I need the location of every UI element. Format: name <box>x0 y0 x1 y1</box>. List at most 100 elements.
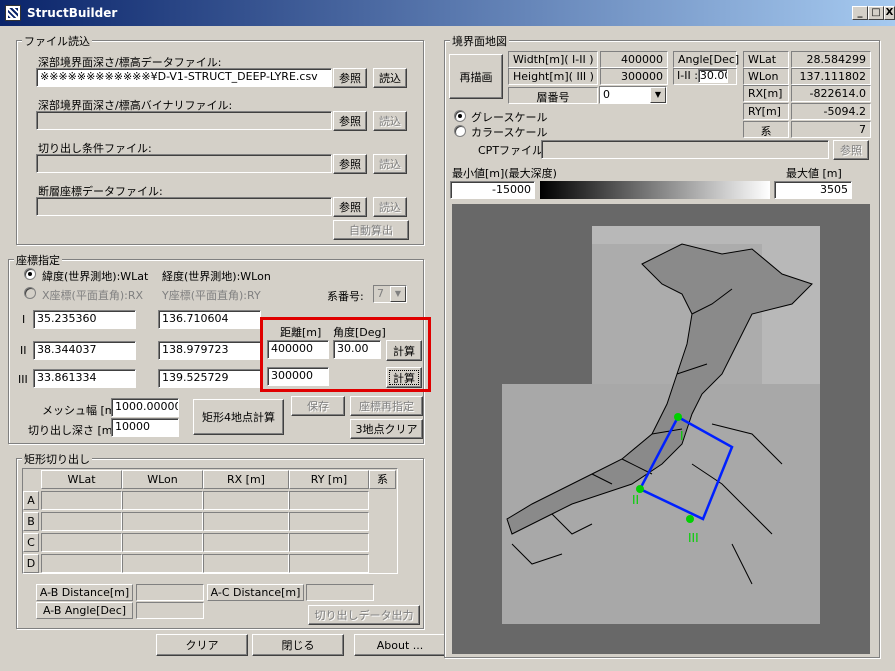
mesh-input[interactable]: 1000.000000 <box>111 398 179 417</box>
depth-label: 切り出し深さ [m] <box>28 424 117 437</box>
table-cell[interactable] <box>122 554 203 573</box>
fault-browse-button[interactable]: 参照 <box>333 197 367 217</box>
radio-latlon-label: 緯度(世界測地):WLat <box>42 270 149 283</box>
max-value-field[interactable]: 3505 <box>774 181 852 199</box>
cut-browse-button[interactable]: 参照 <box>333 154 367 174</box>
width-value: 400000 <box>600 51 668 68</box>
bin-browse-button[interactable]: 参照 <box>333 111 367 131</box>
save-button[interactable]: 保存 <box>291 396 345 416</box>
table-cell[interactable] <box>122 533 203 552</box>
marker-label-3: III <box>688 531 699 545</box>
cpt-browse-button[interactable]: 参照 <box>833 140 869 160</box>
table-cell[interactable] <box>41 533 122 552</box>
cpt-field[interactable] <box>541 140 829 159</box>
distance-input[interactable]: 400000 <box>267 340 329 359</box>
distance-input-2[interactable]: 300000 <box>267 367 329 386</box>
fault-file-field[interactable] <box>36 197 332 216</box>
cpt-label: CPTファイル: <box>478 144 547 157</box>
kei-map-label: 系 <box>743 121 789 138</box>
map-canvas[interactable]: I II III <box>452 204 870 654</box>
chevron-down-icon: ▼ <box>390 286 406 302</box>
close-window-button[interactable]: X <box>884 6 895 20</box>
row-a: A <box>23 491 39 510</box>
radio-y-label: Y座標(平面直角):RY <box>162 289 261 302</box>
kei-select[interactable]: 7 ▼ <box>373 285 407 303</box>
row-b: B <box>23 512 39 531</box>
mesh-label: メッシュ幅 [m] <box>42 404 120 417</box>
deep-file-field[interactable]: ※※※※※※※※※※※※¥D-V1-STRUCT_DEEP-LYRE.csv <box>36 68 332 87</box>
rect-4pt-calc-button[interactable]: 矩形4地点計算 <box>193 399 284 435</box>
table-cell[interactable] <box>203 512 289 531</box>
table-cell[interactable] <box>122 512 203 531</box>
radio-colorscale[interactable] <box>454 125 466 137</box>
radio-grayscale[interactable] <box>454 110 466 122</box>
angle-label: 角度[Deg] <box>333 326 386 339</box>
p2-lon-input[interactable]: 138.979723 <box>158 341 261 360</box>
col-wlat: WLat <box>41 470 122 489</box>
about-button[interactable]: About ... <box>354 634 446 656</box>
col-kei: 系 <box>369 470 396 489</box>
maximize-button[interactable]: □ <box>868 6 884 20</box>
clear-button[interactable]: クリア <box>156 634 248 656</box>
file-group-legend: ファイル読込 <box>22 33 92 49</box>
radio-xy[interactable] <box>24 287 36 299</box>
p2-lat-input[interactable]: 38.344037 <box>33 341 136 360</box>
auto-calc-button[interactable]: 自動算出 <box>333 220 409 240</box>
cut-load-button[interactable]: 読込 <box>373 154 407 174</box>
table-cell[interactable] <box>41 512 122 531</box>
close-button[interactable]: 閉じる <box>252 634 344 656</box>
table-cell[interactable] <box>203 533 289 552</box>
table-cell[interactable] <box>203 554 289 573</box>
angle-input[interactable]: 30.00 <box>333 340 381 359</box>
angle-sub-label: I-II : <box>677 69 698 82</box>
wlat-label: WLat <box>743 51 789 68</box>
ab-distance-field <box>136 584 204 601</box>
fault-load-button[interactable]: 読込 <box>373 197 407 217</box>
layer-select[interactable]: 0 ▼ <box>599 86 667 104</box>
table-cell[interactable] <box>289 554 369 573</box>
deep-load-button[interactable]: 読込 <box>373 68 407 88</box>
cut-file-field[interactable] <box>36 154 332 173</box>
kei-select-value: 7 <box>377 287 384 300</box>
title-bar: StructBuilder <box>0 0 895 26</box>
table-cell[interactable] <box>289 533 369 552</box>
table-cell[interactable] <box>289 491 369 510</box>
p1-lat-input[interactable]: 35.235360 <box>33 310 136 329</box>
ac-distance-field <box>306 584 374 601</box>
respec-button[interactable]: 座標再指定 <box>350 396 423 416</box>
calc-button-1[interactable]: 計算 <box>386 340 422 361</box>
radio-colorscale-label: カラースケール <box>471 126 548 139</box>
table-cell[interactable] <box>41 554 122 573</box>
wlon-label: WLon <box>743 68 789 85</box>
export-button[interactable]: 切り出しデータ出力 <box>308 605 420 625</box>
layer-label: 層番号 <box>508 87 598 104</box>
minimize-button[interactable]: _ <box>852 6 868 20</box>
table-cell[interactable] <box>289 512 369 531</box>
radio-latlon[interactable] <box>24 268 36 280</box>
min-value-field[interactable]: -15000 <box>450 181 535 199</box>
distance-label: 距離[m] <box>280 326 322 339</box>
kei-map-value: 7 <box>791 121 871 138</box>
row-c: C <box>23 533 39 552</box>
deep-browse-button[interactable]: 参照 <box>333 68 367 88</box>
bin-file-field[interactable] <box>36 111 332 130</box>
point-marker-3 <box>686 515 694 523</box>
bin-load-button[interactable]: 読込 <box>373 111 407 131</box>
table-cell[interactable] <box>122 491 203 510</box>
table-cell[interactable] <box>203 491 289 510</box>
row-d: D <box>23 554 39 573</box>
height-value: 300000 <box>600 68 668 85</box>
p3-lat-input[interactable]: 33.861334 <box>33 369 136 388</box>
p1-lon-input[interactable]: 136.710604 <box>158 310 261 329</box>
clear-3pt-button[interactable]: 3地点クリア <box>350 419 423 439</box>
p3-lon-input[interactable]: 139.525729 <box>158 369 261 388</box>
kei-label: 系番号: <box>327 290 364 303</box>
depth-input[interactable]: 10000 <box>111 418 179 437</box>
coord-group-legend: 座標指定 <box>14 252 62 268</box>
radio-lon-label: 経度(世界測地):WLon <box>162 270 271 283</box>
table-cell[interactable] <box>41 491 122 510</box>
redraw-button[interactable]: 再描画 <box>449 54 503 99</box>
calc-button-2[interactable]: 計算 <box>386 367 422 388</box>
point-2-label: II <box>20 344 27 357</box>
app-icon <box>5 5 21 21</box>
